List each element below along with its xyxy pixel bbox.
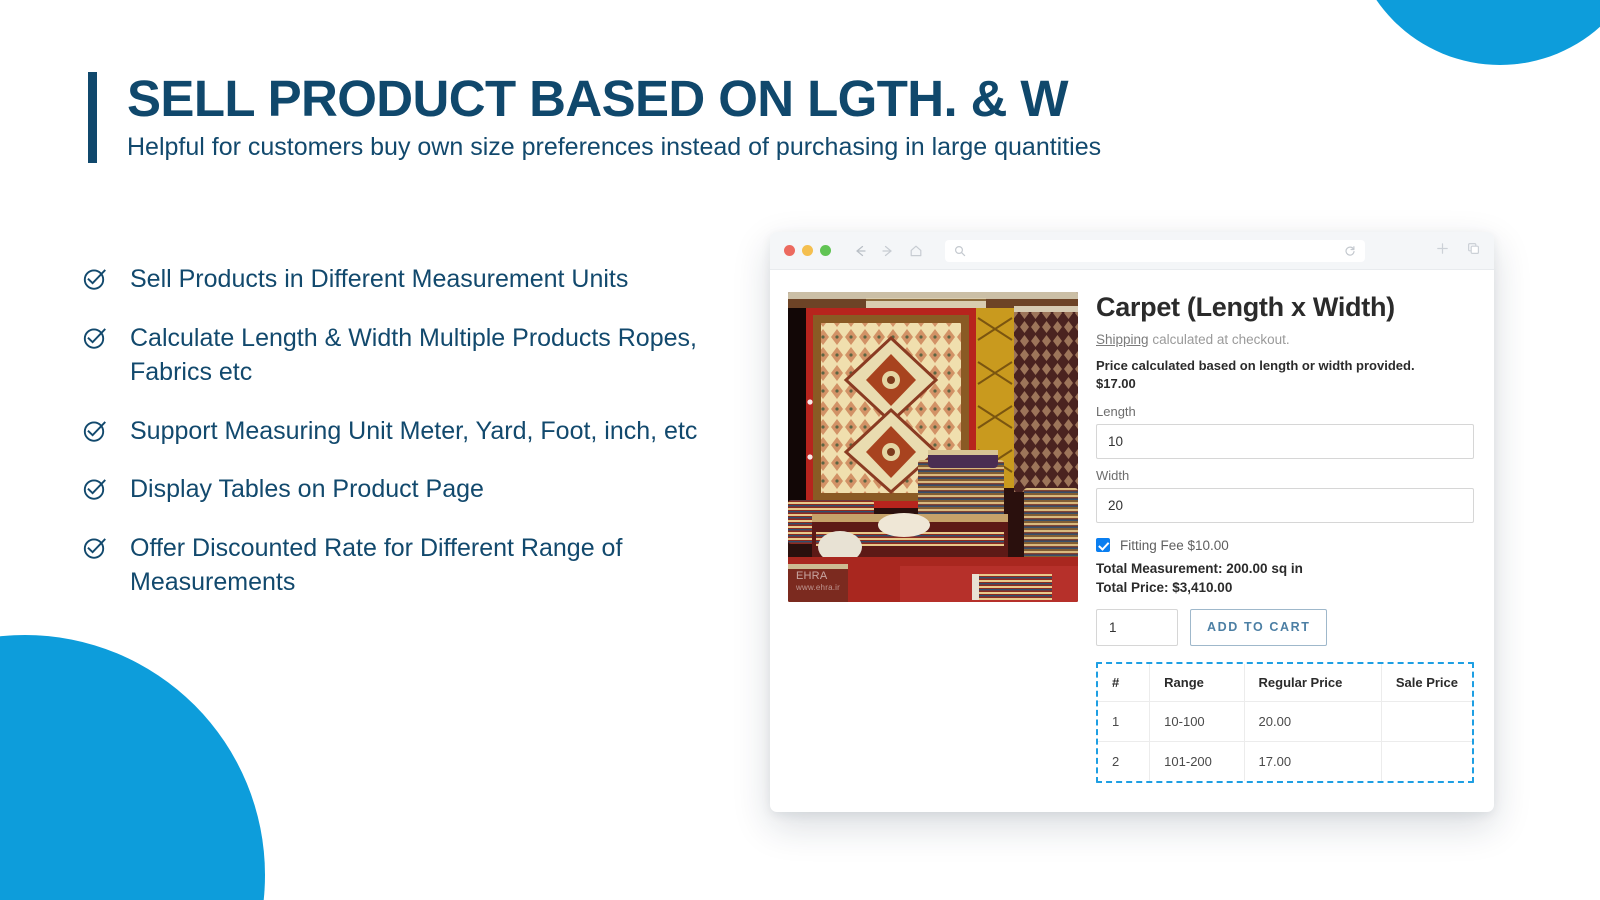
cell-number: 2 bbox=[1098, 741, 1151, 781]
slide-canvas: SELL PRODUCT BASED ON LGTH. & W Helpful … bbox=[0, 0, 1600, 900]
length-label: Length bbox=[1096, 403, 1136, 419]
product-title: Carpet (Length x Width) bbox=[1096, 292, 1395, 322]
shipping-link[interactable]: Shipping bbox=[1096, 332, 1149, 347]
table-header-row: # Range Regular Price Sale Price bbox=[1098, 663, 1472, 702]
copy-tabs-icon[interactable] bbox=[1467, 242, 1480, 260]
check-circle-icon bbox=[82, 531, 108, 565]
cell-regular-price: 20.00 bbox=[1244, 701, 1382, 742]
column-header-regular-price: Regular Price bbox=[1244, 663, 1382, 702]
home-icon[interactable] bbox=[909, 244, 923, 258]
total-measurement: Total Measurement: 200.00 sq in bbox=[1096, 560, 1303, 576]
check-circle-icon bbox=[82, 472, 108, 506]
list-item: Display Tables on Product Page bbox=[82, 472, 712, 507]
arrow-left-icon[interactable] bbox=[853, 244, 867, 258]
decorative-blue-circle-top-right bbox=[1350, 0, 1600, 65]
page-title: SELL PRODUCT BASED ON LGTH. & W bbox=[127, 70, 1069, 127]
feature-label: Calculate Length & Width Multiple Produc… bbox=[130, 323, 697, 387]
total-price: Total Price: $3,410.00 bbox=[1096, 579, 1233, 595]
fitting-fee-checkbox[interactable] bbox=[1096, 538, 1110, 553]
column-header-sale-price: Sale Price bbox=[1381, 663, 1472, 702]
arrow-right-icon[interactable] bbox=[881, 244, 895, 258]
product-detail-page: EHRA www.ehra.ir Carpet (Length x Width)… bbox=[770, 270, 1494, 783]
heading-accent-bar bbox=[88, 72, 97, 163]
plus-icon[interactable] bbox=[1436, 242, 1449, 260]
feature-list: Sell Products in Different Measurement U… bbox=[82, 262, 712, 600]
product-image[interactable]: EHRA www.ehra.ir bbox=[788, 292, 1078, 602]
decorative-blue-circle-bottom-left bbox=[0, 635, 265, 900]
cell-sale-price bbox=[1381, 741, 1472, 781]
image-watermark: EHRA www.ehra.ir bbox=[796, 570, 840, 592]
cell-range: 10-100 bbox=[1149, 701, 1245, 742]
length-input[interactable] bbox=[1096, 423, 1474, 459]
list-item: Sell Products in Different Measurement U… bbox=[82, 262, 712, 297]
watermark-line-2: www.ehra.ir bbox=[796, 582, 840, 592]
shipping-note-text: calculated at checkout. bbox=[1152, 332, 1290, 348]
reload-icon[interactable] bbox=[1344, 245, 1356, 257]
fitting-fee-label: Fitting Fee $10.00 bbox=[1120, 537, 1229, 553]
add-to-cart-button[interactable]: ADD TO CART bbox=[1190, 608, 1328, 646]
price-note: Price calculated based on length or widt… bbox=[1096, 357, 1474, 392]
price-note-text: Price calculated based on length or widt… bbox=[1096, 358, 1415, 374]
feature-label: Offer Discounted Rate for Different Rang… bbox=[130, 533, 623, 597]
heading-block: SELL PRODUCT BASED ON LGTH. & W Helpful … bbox=[88, 72, 1101, 163]
check-circle-icon bbox=[82, 414, 108, 448]
width-input[interactable] bbox=[1096, 487, 1474, 523]
check-circle-icon bbox=[82, 262, 108, 296]
check-circle-icon bbox=[82, 321, 108, 355]
cell-range: 101-200 bbox=[1149, 741, 1245, 781]
page-subtitle: Helpful for customers buy own size prefe… bbox=[127, 132, 1102, 161]
browser-toolbar bbox=[770, 232, 1494, 270]
cart-actions: ADD TO CART bbox=[1096, 608, 1474, 646]
table-row: 2 101-200 17.00 bbox=[1098, 741, 1472, 781]
maximize-window-icon[interactable] bbox=[820, 245, 831, 256]
cell-regular-price: 17.00 bbox=[1244, 741, 1382, 781]
window-traffic-lights bbox=[784, 245, 831, 256]
shipping-note: Shipping calculated at checkout. bbox=[1096, 332, 1474, 347]
quantity-input[interactable] bbox=[1096, 608, 1178, 646]
fitting-fee-row[interactable]: Fitting Fee $10.00 bbox=[1096, 538, 1474, 553]
watermark-line-1: EHRA bbox=[796, 570, 828, 583]
table-row: 1 10-100 20.00 bbox=[1098, 701, 1472, 742]
column-header-number: # bbox=[1098, 663, 1151, 702]
list-item: Calculate Length & Width Multiple Produc… bbox=[82, 321, 712, 390]
cell-number: 1 bbox=[1098, 701, 1151, 742]
minimize-window-icon[interactable] bbox=[802, 245, 813, 256]
price-value: $17.00 bbox=[1096, 375, 1136, 391]
pricing-range-table: # Range Regular Price Sale Price 1 10-10… bbox=[1096, 661, 1474, 783]
browser-window-mockup: EHRA www.ehra.ir Carpet (Length x Width)… bbox=[770, 232, 1494, 812]
search-icon bbox=[954, 245, 966, 257]
close-window-icon[interactable] bbox=[784, 245, 795, 256]
width-label: Width bbox=[1096, 467, 1130, 483]
list-item: Offer Discounted Rate for Different Rang… bbox=[82, 531, 712, 600]
address-bar[interactable] bbox=[945, 239, 1365, 262]
cell-sale-price bbox=[1381, 701, 1472, 742]
feature-label: Support Measuring Unit Meter, Yard, Foot… bbox=[130, 416, 698, 445]
feature-label: Sell Products in Different Measurement U… bbox=[130, 265, 629, 293]
column-header-range: Range bbox=[1149, 663, 1245, 702]
feature-label: Display Tables on Product Page bbox=[130, 475, 484, 503]
list-item: Support Measuring Unit Meter, Yard, Foot… bbox=[82, 414, 712, 449]
